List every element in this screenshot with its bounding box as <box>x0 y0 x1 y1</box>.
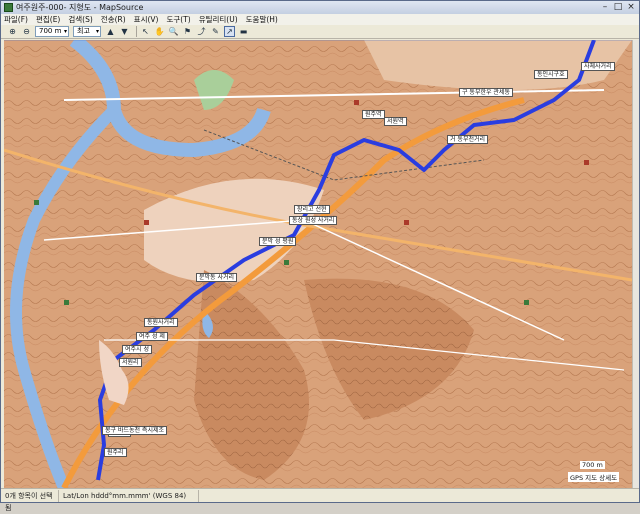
map-label[interactable]: 여주 성 제 <box>136 332 168 341</box>
title-bar[interactable]: 여주원주-000- 지형도 - MapSource – □ × <box>1 1 639 14</box>
menu-file[interactable]: 파일(F) <box>4 14 28 25</box>
menu-search[interactable]: 검색(S) <box>68 14 92 25</box>
map-label[interactable]: 구 동부한우 관세동 <box>459 88 513 97</box>
send-to-device-icon[interactable]: ▼ <box>119 26 130 37</box>
menu-tools[interactable]: 도구(T) <box>166 14 190 25</box>
track-tool-icon[interactable]: ✎ <box>210 26 221 37</box>
minimize-button[interactable]: – <box>599 2 611 12</box>
map-label[interactable]: 서원리 <box>119 358 142 367</box>
coordinate-format: Lat/Lon hddd°mm.mmm' (WGS 84) <box>59 489 199 502</box>
zoom-tool-icon[interactable]: 🔍 <box>168 26 179 37</box>
map-label[interactable]: 거 동부천거리 <box>447 135 489 144</box>
maximize-button[interactable]: □ <box>612 2 624 12</box>
route-tool-icon[interactable]: ⤴ <box>196 26 207 37</box>
app-icon <box>4 3 13 12</box>
receive-from-device-icon[interactable]: ▲ <box>105 26 116 37</box>
window-title: 여주원주-000- 지형도 - MapSource <box>16 3 144 12</box>
map-label[interactable]: 원주역 <box>362 110 385 119</box>
map-label[interactable]: 동상 원성 사거리 <box>289 216 338 225</box>
app-window: 여주원주-000- 지형도 - MapSource – □ × 파일(F) 편집… <box>0 0 640 512</box>
measure-tool-icon[interactable]: ▬ <box>238 26 249 37</box>
map-label[interactable]: 원주리 <box>104 448 127 457</box>
zoom-in-icon[interactable]: ⊕ <box>7 26 18 37</box>
menu-view[interactable]: 표시(V) <box>134 14 159 25</box>
status-bar: 0개 항목이 선택됨 Lat/Lon hddd°mm.mmm' (WGS 84) <box>1 488 639 512</box>
toolbar-separator <box>136 26 137 37</box>
toolbar: ⊕ ⊖ 700 m ▾ 최고 ▾ ▲ ▼ ↖ ✋ 🔍 ⚑ ⤴ ✎ ↗ ▬ <box>1 25 639 39</box>
close-button[interactable]: × <box>625 2 637 12</box>
map-label[interactable]: 문막동 사거리 <box>196 273 238 282</box>
selection-status: 0개 항목이 선택됨 <box>1 489 59 512</box>
map-label[interactable]: 문막 성 평원 <box>259 237 297 246</box>
detail-indicator: GPS 지도 상세도 <box>568 472 620 482</box>
menu-edit[interactable]: 편집(E) <box>36 14 60 25</box>
chevron-down-icon: ▾ <box>63 28 67 35</box>
detail-value: 최고 <box>77 27 90 35</box>
zoom-value: 700 m <box>39 27 62 35</box>
zoom-select[interactable]: 700 m ▾ <box>35 26 69 37</box>
select-tool-icon[interactable]: ↖ <box>140 26 151 37</box>
menu-transfer[interactable]: 전송(R) <box>101 14 126 25</box>
map-label[interactable]: 동인시구호 <box>534 70 568 79</box>
scale-bar: 700 m <box>580 461 605 469</box>
menu-bar: 파일(F) 편집(E) 검색(S) 전송(R) 표시(V) 도구(T) 유틸리티… <box>1 14 639 25</box>
zoom-out-icon[interactable]: ⊖ <box>21 26 32 37</box>
menu-utilities[interactable]: 유틸리티(U) <box>199 14 238 25</box>
map-label[interactable]: 동원사거리 <box>144 318 178 327</box>
detail-select[interactable]: 최고 ▾ <box>73 26 101 37</box>
map-label[interactable]: 봉구 바드농천 측시제조 <box>102 426 168 435</box>
map-canvas[interactable] <box>4 40 632 488</box>
map-label[interactable]: 장리고 선현 <box>294 205 330 214</box>
map-label[interactable]: 사체사거리 <box>581 62 615 71</box>
map-label[interactable]: 서원역 <box>384 117 407 126</box>
map-view[interactable]: 동인시구호 사체사거리 구 동부한우 관세동 원주역 서원역 거 동부천거리 장… <box>4 40 632 488</box>
map-label[interactable]: 여주시 성 <box>122 345 152 354</box>
menu-help[interactable]: 도움말(H) <box>246 14 278 25</box>
waypoint-tool-icon[interactable]: ⚑ <box>182 26 193 37</box>
hand-tool-icon[interactable]: ✋ <box>154 26 165 37</box>
vertical-scrollbar[interactable] <box>632 40 639 488</box>
pointer-tool-icon[interactable]: ↗ <box>224 26 235 37</box>
chevron-down-icon: ▾ <box>95 28 99 35</box>
